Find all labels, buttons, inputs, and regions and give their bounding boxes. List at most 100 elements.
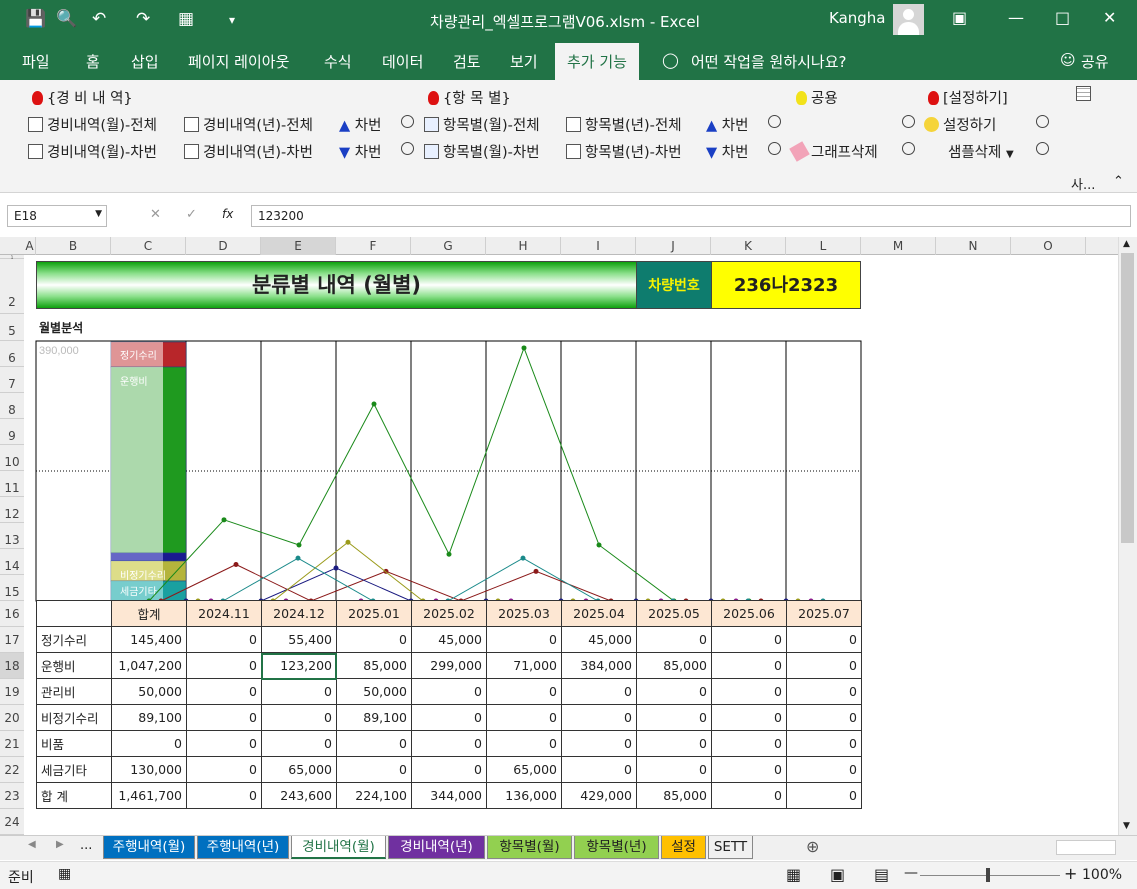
value-cell[interactable]: 0: [561, 730, 637, 757]
col-header-selected[interactable]: E: [261, 237, 336, 255]
expense-year-car-button[interactable]: 경비내역(년)-차번: [184, 141, 313, 162]
header-blank-cell[interactable]: [36, 600, 112, 627]
value-cell[interactable]: 0: [261, 730, 337, 757]
value-cell[interactable]: 429,000: [561, 782, 637, 809]
value-cell[interactable]: 299,000: [411, 652, 487, 679]
value-cell[interactable]: 0: [336, 730, 412, 757]
value-cell[interactable]: 384,000: [561, 652, 637, 679]
value-cell[interactable]: 0: [786, 782, 862, 809]
col-header[interactable]: M: [861, 237, 936, 255]
value-cell[interactable]: 0: [411, 756, 487, 783]
grid-icon[interactable]: [1076, 86, 1095, 103]
print-preview-icon[interactable]: 🔍: [56, 9, 77, 29]
radio-2[interactable]: [401, 142, 414, 158]
sheet-tab[interactable]: 주행내역(년): [197, 836, 289, 859]
radio-5[interactable]: [902, 115, 915, 131]
value-cell[interactable]: 224,100: [336, 782, 412, 809]
vertical-scrollbar[interactable]: ▲ ▼: [1118, 237, 1137, 835]
radio-8[interactable]: [1036, 142, 1049, 158]
scroll-up-icon[interactable]: ▲: [1123, 239, 1130, 249]
item-car-up-button[interactable]: ▲ 차번: [706, 114, 748, 135]
customize-toolbar-icon[interactable]: ▾: [229, 13, 235, 27]
monthly-chart[interactable]: 390,000 정기수리운행비비정기수리세금기타: [24, 255, 1118, 605]
value-cell[interactable]: 136,000: [486, 782, 562, 809]
expense-year-all-button[interactable]: 경비내역(년)-전체: [184, 114, 313, 135]
car-up-button[interactable]: ▲ 차번: [339, 114, 381, 135]
col-header[interactable]: O: [1011, 237, 1086, 255]
value-cell[interactable]: 45,000: [561, 626, 637, 653]
item-year-car-button[interactable]: 항목별(년)-차번: [566, 141, 682, 162]
value-cell[interactable]: 50,000: [336, 678, 412, 705]
page-layout-view-icon[interactable]: ▣: [830, 865, 845, 884]
settings-button[interactable]: 설정하기: [924, 114, 996, 135]
value-cell[interactable]: 0: [786, 652, 862, 679]
tab-formulas[interactable]: 수식: [324, 51, 352, 72]
value-cell[interactable]: 243,600: [261, 782, 337, 809]
ribbon-display-icon[interactable]: ▣: [952, 8, 967, 27]
value-cell[interactable]: 0: [561, 756, 637, 783]
value-cell[interactable]: 145,400: [111, 626, 187, 653]
row-header[interactable]: 9: [0, 419, 24, 445]
row-header[interactable]: 20: [0, 705, 24, 731]
col-header[interactable]: B: [36, 237, 111, 255]
value-cell[interactable]: 0: [711, 782, 787, 809]
collapsed-group[interactable]: 사...: [1071, 174, 1095, 193]
row-header[interactable]: 7: [0, 367, 24, 393]
sample-delete-dropdown[interactable]: 샘플삭제 ▼: [948, 141, 1014, 162]
row-header[interactable]: 24: [0, 809, 24, 835]
row-label-cell[interactable]: 관리비: [36, 678, 112, 705]
value-cell[interactable]: 1,047,200: [111, 652, 187, 679]
row-label-cell[interactable]: 비정기수리: [36, 704, 112, 731]
row-label-cell[interactable]: 세금기타: [36, 756, 112, 783]
save-icon[interactable]: 💾: [25, 9, 46, 29]
radio-7[interactable]: [1036, 115, 1049, 131]
value-cell[interactable]: 0: [711, 756, 787, 783]
value-cell[interactable]: 0: [711, 626, 787, 653]
header-cell[interactable]: 2025.03: [486, 600, 562, 627]
header-cell[interactable]: 2025.04: [561, 600, 637, 627]
radio-6[interactable]: [902, 142, 915, 158]
value-cell[interactable]: 0: [636, 626, 712, 653]
header-cell[interactable]: 2025.01: [336, 600, 412, 627]
cancel-icon[interactable]: ✕: [150, 207, 161, 222]
formula-input[interactable]: 123200: [251, 205, 1131, 227]
sheet-tab[interactable]: SETT: [708, 836, 753, 859]
value-cell[interactable]: 0: [411, 678, 487, 705]
tab-file[interactable]: 파일: [22, 51, 50, 72]
row-header[interactable]: 2: [0, 259, 24, 314]
expense-month-car-button[interactable]: 경비내역(월)-차번: [28, 141, 157, 162]
tab-insert[interactable]: 삽입: [131, 51, 159, 72]
value-cell[interactable]: 0: [411, 704, 487, 731]
value-cell[interactable]: 0: [186, 626, 262, 653]
value-cell[interactable]: 65,000: [486, 756, 562, 783]
avatar[interactable]: [893, 4, 924, 35]
value-cell[interactable]: 0: [711, 678, 787, 705]
maximize-icon[interactable]: □: [1055, 8, 1070, 27]
undo-icon[interactable]: ↶: [92, 9, 106, 29]
value-cell[interactable]: 344,000: [411, 782, 487, 809]
value-cell[interactable]: 1,461,700: [111, 782, 187, 809]
value-cell[interactable]: 0: [411, 730, 487, 757]
function-icon[interactable]: fx: [222, 207, 233, 221]
tab-view[interactable]: 보기: [510, 51, 538, 72]
value-cell[interactable]: 0: [261, 704, 337, 731]
value-cell[interactable]: 0: [111, 730, 187, 757]
value-cell[interactable]: 0: [336, 626, 412, 653]
value-cell[interactable]: 0: [636, 678, 712, 705]
value-cell[interactable]: 0: [486, 626, 562, 653]
delete-chart-button[interactable]: 그래프삭제: [789, 141, 878, 162]
next-sheet-icon[interactable]: ▶: [56, 839, 64, 850]
collapse-ribbon-icon[interactable]: ⌃: [1113, 174, 1124, 189]
tab-add-ins[interactable]: 추가 기능: [555, 43, 639, 80]
value-cell[interactable]: 0: [786, 756, 862, 783]
value-cell[interactable]: 71,000: [486, 652, 562, 679]
tell-me-search[interactable]: 어떤 작업을 원하시나요?: [691, 51, 847, 72]
horizontal-scrollbar[interactable]: [1056, 840, 1116, 855]
value-cell[interactable]: 0: [486, 730, 562, 757]
row-header[interactable]: 11: [0, 471, 24, 497]
value-cell[interactable]: 0: [486, 704, 562, 731]
worksheet[interactable]: 분류별 내역 (월별) 차량번호 236나2323 월별분석 390,000 정…: [24, 255, 1118, 835]
tab-review[interactable]: 검토: [453, 51, 481, 72]
value-cell[interactable]: 0: [186, 782, 262, 809]
value-cell[interactable]: 0: [711, 652, 787, 679]
